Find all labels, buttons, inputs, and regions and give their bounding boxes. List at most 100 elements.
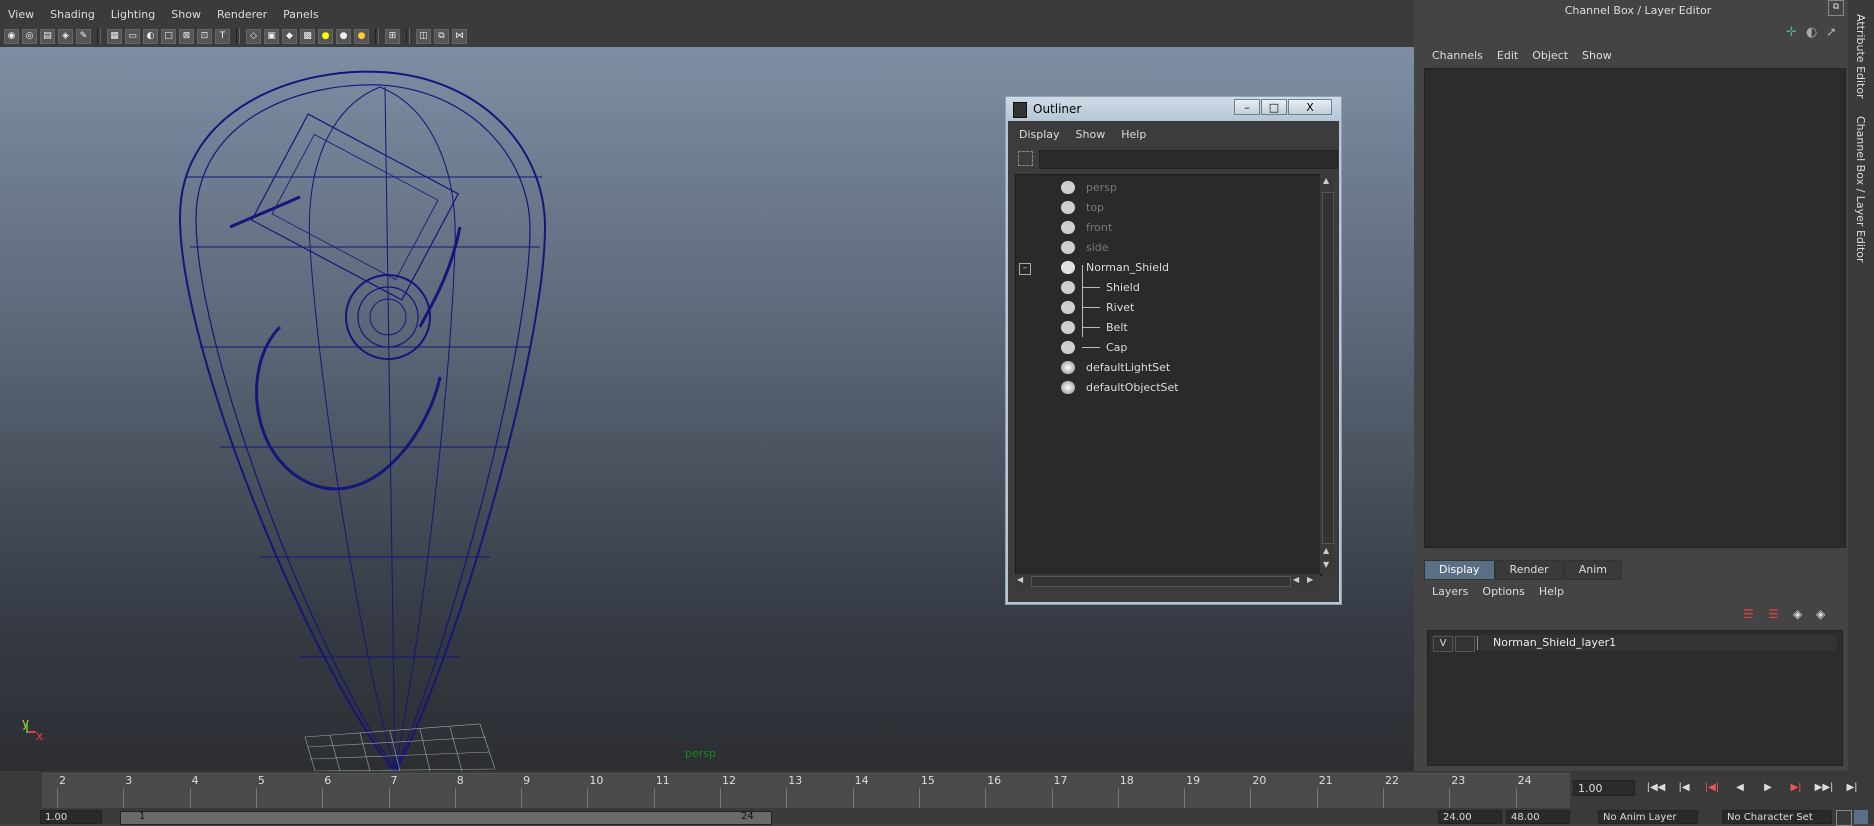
outliner-item[interactable]: persp	[1016, 178, 1316, 198]
end-time-field[interactable]: 24.00	[1438, 810, 1502, 824]
outliner-item[interactable]: Cap	[1016, 338, 1316, 358]
time-slider[interactable]: 2 3 4 5 6 7 8 9 10 11 12 13 14 15 16 17 18 19 20 21 22 23 24 1…	[0, 771, 1874, 826]
go-to-end-button[interactable]: ▶|	[1841, 781, 1863, 795]
range-slider-bar[interactable]: 1 24	[120, 811, 772, 825]
filter-icon[interactable]	[1018, 151, 1033, 166]
axis-gizmo-icon[interactable]: ✛	[1786, 25, 1797, 40]
layer-list[interactable]: V Norman_Shield_layer1	[1427, 630, 1843, 766]
vertical-scroll-thumb[interactable]	[1322, 192, 1334, 544]
play-forwards-button[interactable]: ▶	[1757, 781, 1779, 795]
anim-layer-dropdown[interactable]: No Anim Layer	[1598, 810, 1698, 824]
go-to-start-button[interactable]: |◀◀	[1645, 781, 1667, 795]
resolution-gate-icon[interactable]: ◐	[143, 28, 158, 44]
cb-menu-object[interactable]: Object	[1525, 49, 1575, 63]
camera-select-icon[interactable]: ◉	[4, 28, 19, 44]
scroll-left-icon[interactable]: ◀	[1017, 575, 1023, 584]
menu-shading[interactable]: Shading	[42, 6, 103, 24]
xray-icon[interactable]: ◫	[416, 28, 431, 44]
field-chart-icon[interactable]: ⊠	[179, 28, 194, 44]
outliner-menu-show[interactable]: Show	[1068, 127, 1114, 143]
scroll-up-icon[interactable]: ▲	[1323, 176, 1329, 185]
outliner-titlebar[interactable]: Outliner – □ X	[1006, 97, 1341, 121]
safe-action-icon[interactable]: ⊡	[197, 28, 212, 44]
outliner-vertical-scrollbar[interactable]: ▲ ▲ ▼	[1320, 174, 1334, 574]
layer-menu-options[interactable]: Options	[1475, 585, 1531, 599]
outliner-filter-input[interactable]	[1039, 150, 1338, 169]
move-layer-up-icon[interactable]: ☰	[1743, 607, 1754, 621]
cb-menu-channels[interactable]: Channels	[1425, 49, 1490, 63]
outliner-list[interactable]: persp top front side – Norman_Shield Shield Riv…	[1015, 174, 1322, 576]
outliner-item[interactable]: front	[1016, 218, 1316, 238]
float-panel-icon[interactable]: ⧉	[1828, 0, 1844, 16]
grease-pencil-icon[interactable]: ✎	[76, 28, 91, 44]
outliner-item[interactable]: – Norman_Shield	[1016, 258, 1316, 278]
scroll-down-icon[interactable]: ▼	[1323, 560, 1329, 569]
layer-menu-help[interactable]: Help	[1532, 585, 1571, 599]
play-backwards-button[interactable]: ◀	[1729, 781, 1751, 795]
side-tab-attribute-editor[interactable]: Attribute Editor	[1854, 14, 1867, 99]
isolate-select-icon[interactable]: ⊞	[385, 28, 400, 44]
outliner-menu-display[interactable]: Display	[1011, 127, 1068, 143]
pin-icon[interactable]: ➚	[1826, 25, 1837, 40]
new-layer-selected-icon[interactable]: ◈	[1816, 607, 1825, 621]
menu-renderer[interactable]: Renderer	[209, 6, 275, 24]
camera-attr-icon[interactable]: ◎	[22, 28, 37, 44]
layer-menu-layers[interactable]: Layers	[1425, 585, 1475, 599]
outliner-menu-help[interactable]: Help	[1113, 127, 1154, 143]
outliner-item[interactable]: Belt	[1016, 318, 1316, 338]
half-circle-icon[interactable]: ◐	[1806, 25, 1817, 40]
wireframe-on-shaded-icon[interactable]: ◆	[282, 28, 297, 44]
collapse-toggle-icon[interactable]: –	[1019, 263, 1031, 275]
grid-icon[interactable]: ▦	[107, 28, 122, 44]
layer-name[interactable]: Norman_Shield_layer1	[1493, 636, 1616, 649]
outliner-item[interactable]: Rivet	[1016, 298, 1316, 318]
outliner-item[interactable]: Shield	[1016, 278, 1316, 298]
checker-icon[interactable]: ▩	[300, 28, 315, 44]
step-forward-key-button[interactable]: ▶▶|	[1813, 781, 1835, 795]
cb-menu-edit[interactable]: Edit	[1490, 49, 1525, 63]
step-back-frame-button[interactable]: |◀|	[1701, 781, 1723, 795]
character-set-dropdown[interactable]: No Character Set	[1722, 810, 1832, 824]
layer-visibility-toggle[interactable]: V	[1433, 636, 1453, 652]
menu-view[interactable]: View	[0, 6, 42, 24]
outliner-item[interactable]: top	[1016, 198, 1316, 218]
step-back-key-button[interactable]: |◀	[1673, 781, 1695, 795]
scroll-left-small-icon[interactable]: ◀	[1293, 575, 1299, 584]
light-use-icon[interactable]: ●	[354, 28, 369, 44]
smooth-shade-icon[interactable]: ▣	[264, 28, 279, 44]
layer-display-type-toggle[interactable]	[1455, 636, 1475, 652]
text-icon[interactable]: T	[215, 28, 230, 44]
outliner-item[interactable]: defaultObjectSet	[1016, 378, 1316, 398]
start-time-field[interactable]: 1.00	[40, 810, 102, 824]
current-frame-field[interactable]: 1.00	[1573, 780, 1635, 796]
film-gate-icon[interactable]: ▭	[125, 28, 140, 44]
playback-end-field[interactable]: 48.00	[1506, 810, 1570, 824]
side-tab-channel-box[interactable]: Channel Box / Layer Editor	[1854, 116, 1867, 263]
menu-lighting[interactable]: Lighting	[103, 6, 163, 24]
tab-anim[interactable]: Anim	[1563, 560, 1622, 580]
new-empty-layer-icon[interactable]: ◈	[1793, 607, 1802, 621]
outliner-item[interactable]: side	[1016, 238, 1316, 258]
outliner-window[interactable]: Outliner – □ X Display Show Help persp to…	[1005, 96, 1342, 605]
outliner-horizontal-scrollbar[interactable]: ◀ ◀ ▶	[1015, 574, 1320, 588]
wireframe-icon[interactable]: ◇	[246, 28, 261, 44]
maximize-button[interactable]: □	[1261, 99, 1287, 115]
share-icon[interactable]: ⋈	[452, 28, 467, 44]
bookmark-icon[interactable]: ▤	[40, 28, 55, 44]
light-all-icon[interactable]: ●	[336, 28, 351, 44]
cb-menu-show[interactable]: Show	[1575, 49, 1619, 63]
timeline-track[interactable]: 2 3 4 5 6 7 8 9 10 11 12 13 14 15 16 17 18 19 20 21 22 23 24	[42, 773, 1570, 808]
move-layer-down-icon[interactable]: ☰	[1768, 607, 1779, 621]
menu-show[interactable]: Show	[163, 6, 209, 24]
layer-row[interactable]: V Norman_Shield_layer1	[1431, 635, 1837, 652]
scroll-up-small-icon[interactable]: ▲	[1323, 546, 1329, 555]
xray-joints-icon[interactable]: ⧉	[434, 28, 449, 44]
tab-display[interactable]: Display	[1424, 560, 1495, 580]
step-forward-frame-button[interactable]: ▶|	[1785, 781, 1807, 795]
light-default-icon[interactable]: ●	[318, 28, 333, 44]
menu-panels[interactable]: Panels	[275, 6, 326, 24]
close-button[interactable]: X	[1288, 99, 1332, 115]
scroll-right-icon[interactable]: ▶	[1307, 575, 1313, 584]
gate-mask-icon[interactable]: □	[161, 28, 176, 44]
image-plane-icon[interactable]: ◈	[58, 28, 73, 44]
